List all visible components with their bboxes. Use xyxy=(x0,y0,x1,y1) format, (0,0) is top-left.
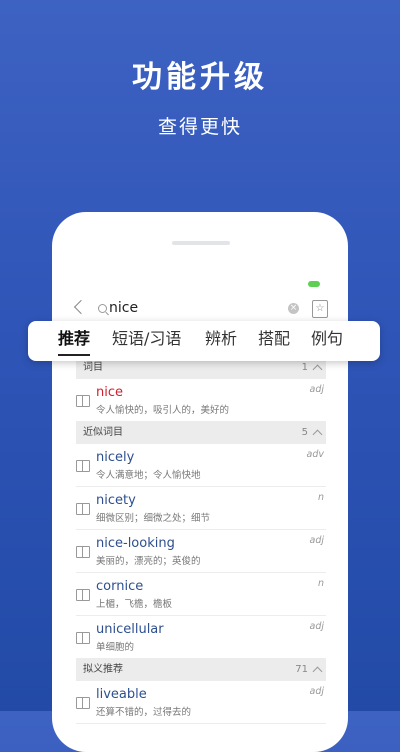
tab-label: 辨析 xyxy=(205,329,238,348)
section-title: 词目 xyxy=(83,362,103,373)
battery-icon xyxy=(308,281,320,287)
entry-meaning: 令人满意地；令人愉快地 xyxy=(96,470,201,481)
entry-word: nice xyxy=(96,385,123,400)
entry-word: unicellular xyxy=(96,622,164,637)
entry-word: nicely xyxy=(96,450,135,465)
list-item[interactable]: cornice 上楣，飞檐，檐板 n xyxy=(76,573,326,616)
entry-meaning: 美丽的，漂亮的；英俊的 xyxy=(96,556,201,567)
clear-icon[interactable]: × xyxy=(288,303,299,314)
section-title: 拟义推荐 xyxy=(83,664,123,675)
entry-meaning: 还算不错的，过得去的 xyxy=(96,707,192,718)
search-bar: nice × ☆ xyxy=(72,296,330,324)
phone-mockup: nice × ☆ 词目 1 nice 令人愉快的，吸引人的，美好的 adj 近似… xyxy=(52,212,348,752)
chevron-up-icon xyxy=(312,364,323,375)
entry-pos: adj xyxy=(309,535,325,546)
result-list: 词目 1 nice 令人愉快的，吸引人的，美好的 adj 近似词目 5 nice… xyxy=(76,357,326,724)
list-item[interactable]: liveable 还算不错的，过得去的 adj xyxy=(76,681,326,724)
entry-meaning: 令人愉快的，吸引人的，美好的 xyxy=(96,405,230,416)
section-title: 近似词目 xyxy=(83,427,123,438)
book-icon xyxy=(76,503,90,515)
tab-label: 短语/习语 xyxy=(112,329,182,348)
speaker-grille xyxy=(172,241,230,245)
list-item[interactable]: unicellular 单细胞的 adj xyxy=(76,616,326,659)
entry-meaning: 上楣，飞檐，檐板 xyxy=(96,599,173,610)
tab-label: 推荐 xyxy=(58,329,91,348)
book-icon xyxy=(76,460,90,472)
list-item[interactable]: nice-looking 美丽的，漂亮的；英俊的 adj xyxy=(76,530,326,573)
tab-label: 搭配 xyxy=(258,329,291,348)
tab-examples[interactable]: 例句 xyxy=(311,321,343,361)
entry-pos: adj xyxy=(309,621,325,632)
entry-pos: adj xyxy=(309,384,325,395)
back-arrow-icon[interactable] xyxy=(73,299,89,315)
active-tab-indicator xyxy=(58,353,91,356)
chevron-up-icon xyxy=(312,429,323,440)
book-icon xyxy=(76,395,90,407)
bookmark-star-icon[interactable]: ☆ xyxy=(312,300,328,318)
entry-meaning: 单细胞的 xyxy=(96,642,135,653)
entry-pos: adv xyxy=(306,449,324,460)
tab-collocations[interactable]: 搭配 xyxy=(258,321,290,361)
entry-pos: n xyxy=(317,492,324,503)
entry-word: cornice xyxy=(96,579,144,594)
entry-word: nice-looking xyxy=(96,536,175,551)
book-icon xyxy=(76,697,90,709)
book-icon xyxy=(76,589,90,601)
chevron-up-icon xyxy=(312,666,323,677)
list-item[interactable]: nicety 细微区别；细微之处；细节 n xyxy=(76,487,326,530)
list-item[interactable]: nice 令人愉快的，吸引人的，美好的 adj xyxy=(76,379,326,422)
search-icon xyxy=(98,304,107,313)
promo-subtitle: 查得更快 xyxy=(157,116,242,138)
section-count: 5 xyxy=(301,427,308,438)
section-header-similar[interactable]: 近似词目 5 xyxy=(76,422,326,444)
section-header-recommend[interactable]: 拟义推荐 71 xyxy=(76,659,326,681)
tab-phrases[interactable]: 短语/习语 xyxy=(112,321,181,361)
entry-meaning: 细微区别；细微之处；细节 xyxy=(96,513,211,524)
book-icon xyxy=(76,546,90,558)
tab-synonyms[interactable]: 辨析 xyxy=(205,321,237,361)
entry-pos: n xyxy=(317,578,324,589)
entry-word: nicety xyxy=(96,493,136,508)
list-item[interactable]: nicely 令人满意地；令人愉快地 adv xyxy=(76,444,326,487)
book-icon xyxy=(76,632,90,644)
tab-label: 例句 xyxy=(311,329,344,348)
tab-bar: 推荐 短语/习语 辨析 搭配 例句 xyxy=(28,321,380,361)
entry-pos: adj xyxy=(309,686,325,697)
entry-word: liveable xyxy=(96,687,147,702)
tab-recommend[interactable]: 推荐 xyxy=(58,321,91,361)
section-count: 71 xyxy=(295,664,308,675)
promo-title: 功能升级 xyxy=(132,60,268,95)
search-input[interactable]: nice xyxy=(109,300,138,316)
